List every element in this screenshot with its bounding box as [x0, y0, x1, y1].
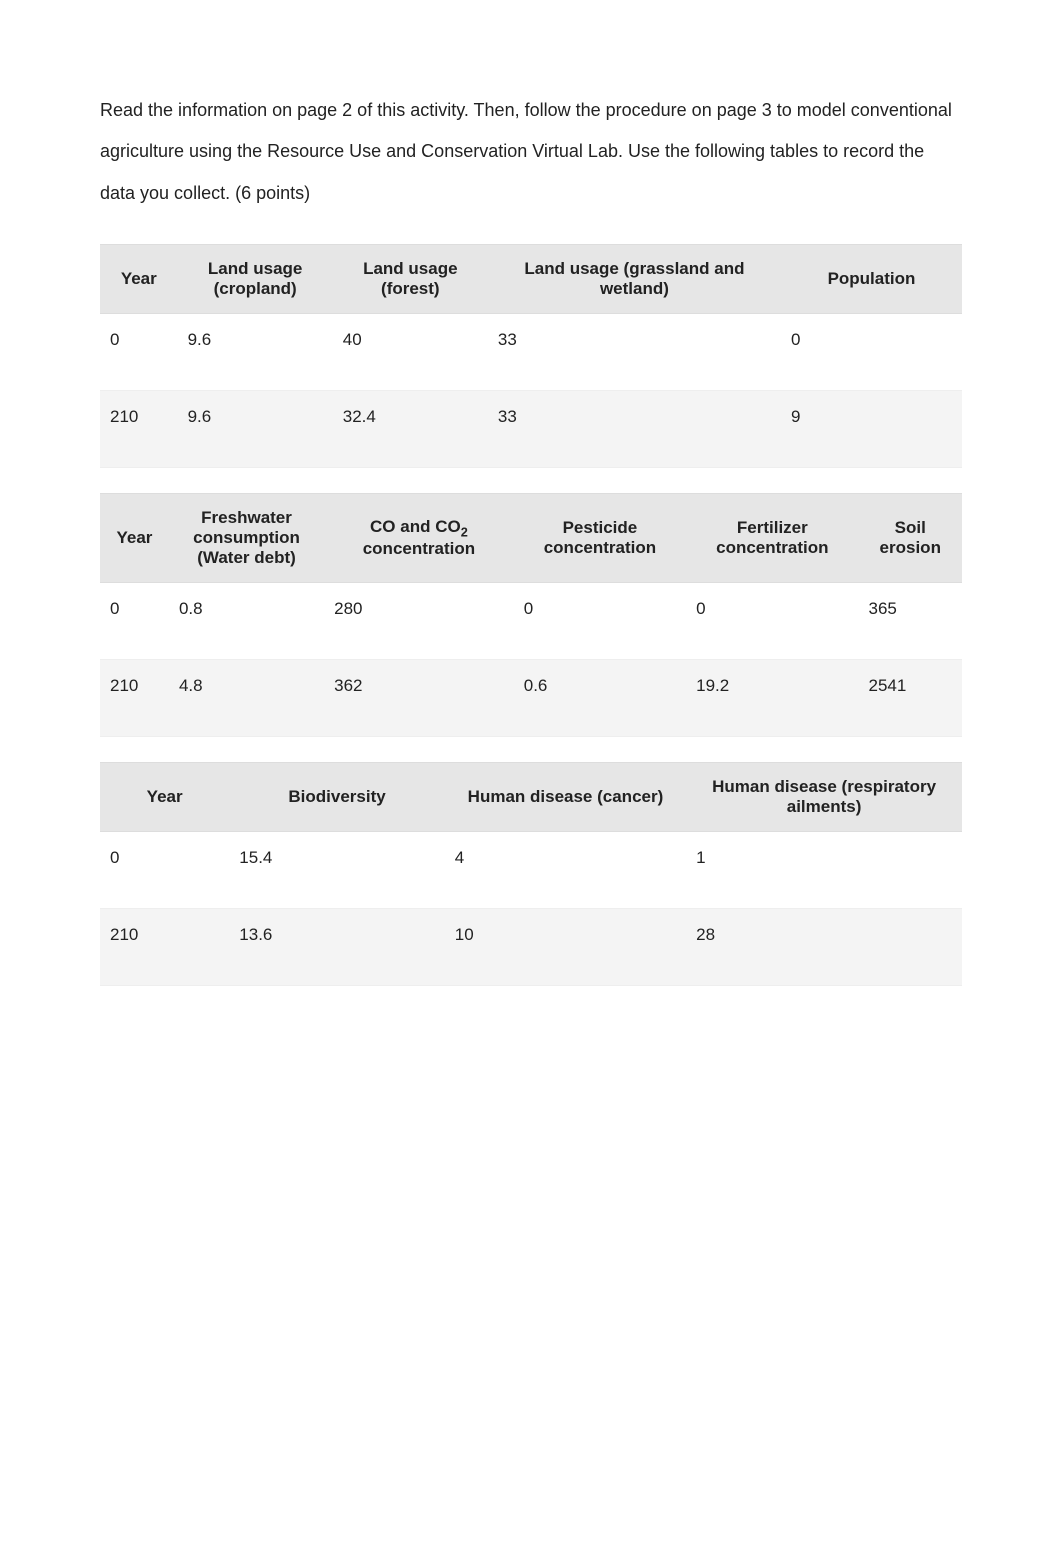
co2-sub: 2	[461, 524, 468, 539]
col-year: Year	[100, 493, 169, 583]
cell-co2: 280	[324, 583, 514, 660]
cell-fertilizer: 19.2	[686, 660, 858, 737]
cell-year: 210	[100, 909, 229, 986]
cell-population: 0	[781, 314, 962, 391]
col-population: Population	[781, 244, 962, 314]
col-cropland: Land usage (cropland)	[178, 244, 333, 314]
cell-biodiversity: 15.4	[229, 832, 445, 909]
land-usage-table: Year Land usage (cropland) Land usage (f…	[100, 244, 962, 468]
col-pesticide: Pesticide concentration	[514, 493, 686, 583]
table-row: 0 0.8 280 0 0 365	[100, 583, 962, 660]
cell-freshwater: 0.8	[169, 583, 324, 660]
health-table: Year Biodiversity Human disease (cancer)…	[100, 762, 962, 986]
cell-biodiversity: 13.6	[229, 909, 445, 986]
cell-pesticide: 0	[514, 583, 686, 660]
cell-forest: 32.4	[333, 391, 488, 468]
col-respiratory: Human disease (respiratory ailments)	[686, 762, 962, 832]
cell-year: 0	[100, 832, 229, 909]
table-row: 0 15.4 4 1	[100, 832, 962, 909]
co2-pre: CO and CO	[370, 517, 461, 536]
cell-year: 210	[100, 660, 169, 737]
cell-grassland: 33	[488, 314, 781, 391]
cell-cropland: 9.6	[178, 314, 333, 391]
cell-fertilizer: 0	[686, 583, 858, 660]
co2-post: concentration	[363, 539, 475, 558]
col-cancer: Human disease (cancer)	[445, 762, 686, 832]
col-fertilizer: Fertilizer concentration	[686, 493, 858, 583]
col-year: Year	[100, 244, 178, 314]
col-grassland: Land usage (grassland and wetland)	[488, 244, 781, 314]
cell-grassland: 33	[488, 391, 781, 468]
cell-population: 9	[781, 391, 962, 468]
col-co2: CO and CO2 concentration	[324, 493, 514, 583]
table-row: 210 4.8 362 0.6 19.2 2541	[100, 660, 962, 737]
col-year: Year	[100, 762, 229, 832]
table-header-row: Year Land usage (cropland) Land usage (f…	[100, 244, 962, 314]
table-header-row: Year Biodiversity Human disease (cancer)…	[100, 762, 962, 832]
intro-paragraph: Read the information on page 2 of this a…	[100, 90, 962, 214]
cell-cancer: 4	[445, 832, 686, 909]
col-freshwater: Freshwater consumption (Water debt)	[169, 493, 324, 583]
cell-co2: 362	[324, 660, 514, 737]
cell-year: 0	[100, 314, 178, 391]
col-biodiversity: Biodiversity	[229, 762, 445, 832]
cell-respiratory: 28	[686, 909, 962, 986]
cell-soil: 2541	[859, 660, 962, 737]
environment-table: Year Freshwater consumption (Water debt)…	[100, 493, 962, 737]
table-header-row: Year Freshwater consumption (Water debt)…	[100, 493, 962, 583]
cell-year: 0	[100, 583, 169, 660]
table-row: 210 9.6 32.4 33 9	[100, 391, 962, 468]
table-row: 0 9.6 40 33 0	[100, 314, 962, 391]
cell-pesticide: 0.6	[514, 660, 686, 737]
cell-cancer: 10	[445, 909, 686, 986]
cell-respiratory: 1	[686, 832, 962, 909]
cell-freshwater: 4.8	[169, 660, 324, 737]
cell-cropland: 9.6	[178, 391, 333, 468]
cell-forest: 40	[333, 314, 488, 391]
cell-year: 210	[100, 391, 178, 468]
table-row: 210 13.6 10 28	[100, 909, 962, 986]
col-forest: Land usage (forest)	[333, 244, 488, 314]
col-soil: Soil erosion	[859, 493, 962, 583]
cell-soil: 365	[859, 583, 962, 660]
